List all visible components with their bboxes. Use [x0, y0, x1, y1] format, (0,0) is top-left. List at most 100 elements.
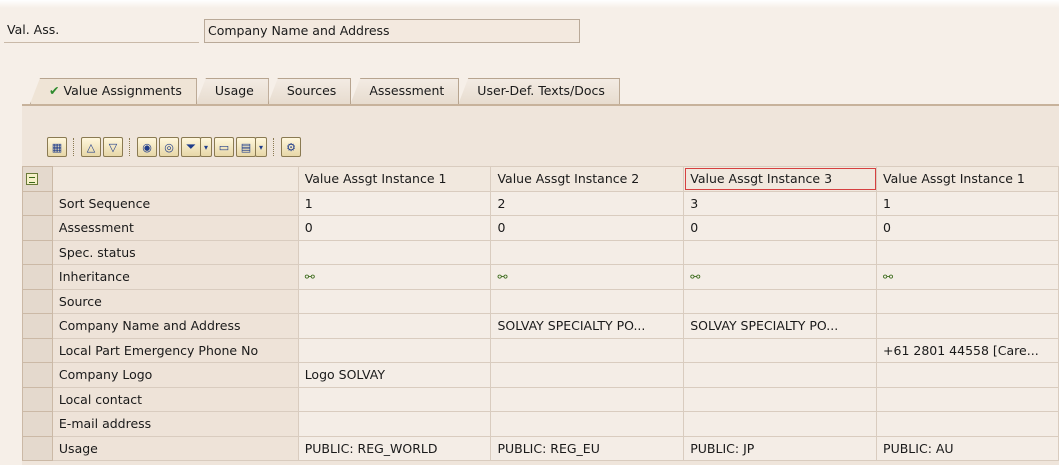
grid-cell[interactable]: 0 [683, 215, 878, 241]
table-row: Company Name and Address SOLVAY SPECIALTY… [22, 313, 1059, 339]
grid-cell[interactable]: 1 [876, 190, 1059, 216]
row-selector[interactable] [22, 411, 53, 437]
grid-cell[interactable] [297, 313, 492, 339]
grid-cell[interactable] [683, 411, 878, 437]
grid-cell[interactable]: 3 [683, 190, 878, 216]
row-label: Assessment [51, 215, 299, 241]
column-header[interactable]: Value Assgt Instance 2 [490, 166, 685, 192]
val-ass-field[interactable]: Company Name and Address [204, 19, 580, 43]
column-header[interactable]: Value Assgt Instance 1 [876, 166, 1059, 192]
table-row: Assessment 0 0 0 0 [22, 215, 1059, 241]
grid-cell[interactable]: ⚯ [490, 264, 685, 290]
tab-label: Sources [286, 83, 337, 98]
grid-cell[interactable] [297, 411, 492, 437]
grid-cell[interactable] [876, 362, 1059, 388]
grid-cell[interactable] [490, 411, 685, 437]
grid-cell[interactable]: PUBLIC: JP [683, 435, 878, 461]
grid-cell[interactable]: PUBLIC: REG_EU [490, 435, 685, 461]
grid-cell[interactable] [297, 337, 492, 363]
grid-cell[interactable] [876, 313, 1059, 339]
row-selector[interactable] [22, 288, 53, 314]
grid-cell[interactable]: +61 2801 44558 [Care... [876, 337, 1059, 363]
grid-cell[interactable] [490, 386, 685, 412]
grid-cell[interactable] [683, 362, 878, 388]
row-selector[interactable] [22, 313, 53, 339]
grid-cell[interactable]: Logo SOLVAY [297, 362, 492, 388]
grid-cell[interactable]: 1 [297, 190, 492, 216]
table-row: Sort Sequence 1 2 3 1 [22, 190, 1059, 216]
grid-cell[interactable]: 2 [490, 190, 685, 216]
grid-cell[interactable] [876, 239, 1059, 265]
tab-usage[interactable]: Usage [195, 78, 269, 104]
row-selector[interactable] [22, 337, 53, 363]
grid-cell[interactable] [490, 362, 685, 388]
toolbar-separator [73, 138, 79, 156]
tab-label: Value Assignments [63, 83, 182, 98]
grid-cell[interactable]: SOLVAY SPECIALTY PO... [683, 313, 878, 339]
sort-descending-icon[interactable]: ▽ [103, 137, 123, 157]
grid-cell[interactable] [683, 337, 878, 363]
column-header[interactable]: Value Assgt Instance 3 [683, 166, 878, 192]
row-selector[interactable] [22, 362, 53, 388]
grid-cell[interactable]: ⚯ [876, 264, 1059, 290]
details-icon[interactable]: ▦ [47, 137, 67, 157]
grid-cell[interactable]: PUBLIC: AU [876, 435, 1059, 461]
tab-label: Usage [214, 83, 254, 98]
row-selector[interactable] [22, 190, 53, 216]
row-selector[interactable] [22, 215, 53, 241]
find-icon[interactable]: ◉ [137, 137, 157, 157]
grid-toolbar: ▦ △ ▽ ◉ ◎ ⏷ ▾ ▭ ▤ ▾ ⚙ [47, 136, 303, 158]
tab-user-def-texts-docs[interactable]: User-Def. Texts/Docs [458, 78, 620, 104]
tab-value-assignments[interactable]: ✔ Value Assignments [30, 78, 197, 104]
grid-cell[interactable] [876, 288, 1059, 314]
grid-cell[interactable]: PUBLIC: REG_WORLD [297, 435, 492, 461]
print-icon[interactable]: ▭ [214, 137, 234, 157]
tab-assessment[interactable]: Assessment [350, 78, 460, 104]
inheritance-icon: ⚯ [497, 270, 507, 285]
grid-cell[interactable] [490, 239, 685, 265]
grid-cell[interactable] [490, 288, 685, 314]
val-ass-label: Val. Ass. [4, 19, 199, 43]
grid-cell[interactable]: ⚯ [683, 264, 878, 290]
settings-icon[interactable]: ⚙ [281, 137, 301, 157]
grid-cell[interactable] [683, 288, 878, 314]
select-all-cell[interactable] [22, 166, 53, 192]
row-label: Spec. status [51, 239, 299, 265]
row-selector[interactable] [22, 386, 53, 412]
grid-cell[interactable] [683, 386, 878, 412]
grid-cell[interactable]: 0 [297, 215, 492, 241]
top-edge [0, 0, 1059, 8]
grid-cell[interactable] [297, 386, 492, 412]
table-row: Local contact [22, 386, 1059, 412]
export-icon[interactable]: ▤ [236, 137, 256, 157]
filter-icon[interactable]: ⏷ [181, 137, 201, 157]
row-label: E-mail address [51, 411, 299, 437]
row-label: Source [51, 288, 299, 314]
filter-dropdown-icon[interactable]: ▾ [200, 137, 212, 157]
table-row: Local Part Emergency Phone No +61 2801 44… [22, 337, 1059, 363]
grid-cell[interactable] [683, 239, 878, 265]
export-dropdown-icon[interactable]: ▾ [255, 137, 267, 157]
grid-cell[interactable] [297, 239, 492, 265]
column-header[interactable]: Value Assgt Instance 1 [297, 166, 492, 192]
row-selector[interactable] [22, 435, 53, 461]
find-next-icon[interactable]: ◎ [159, 137, 179, 157]
grid-cell[interactable]: 0 [490, 215, 685, 241]
grid-cell[interactable]: SOLVAY SPECIALTY PO... [490, 313, 685, 339]
grid-cell[interactable]: ⚯ [297, 264, 492, 290]
inheritance-icon: ⚯ [304, 270, 315, 285]
table-row: Usage PUBLIC: REG_WORLD PUBLIC: REG_EU PUBL… [22, 435, 1059, 461]
grid-cell[interactable] [297, 288, 492, 314]
sort-ascending-icon[interactable]: △ [81, 137, 101, 157]
grid-cell[interactable] [876, 411, 1059, 437]
row-selector[interactable] [22, 264, 53, 290]
grid-cell[interactable] [490, 337, 685, 363]
tab-label: User-Def. Texts/Docs [477, 83, 605, 98]
select-all-icon[interactable] [26, 172, 38, 185]
value-assignment-grid: Value Assgt Instance 1 Value Assgt Instan… [22, 166, 1059, 461]
tab-strip: ✔ Value Assignments Usage Sources Assessm… [30, 78, 620, 104]
grid-cell[interactable] [876, 386, 1059, 412]
row-selector[interactable] [22, 239, 53, 265]
tab-sources[interactable]: Sources [267, 78, 352, 104]
grid-cell[interactable]: 0 [876, 215, 1059, 241]
